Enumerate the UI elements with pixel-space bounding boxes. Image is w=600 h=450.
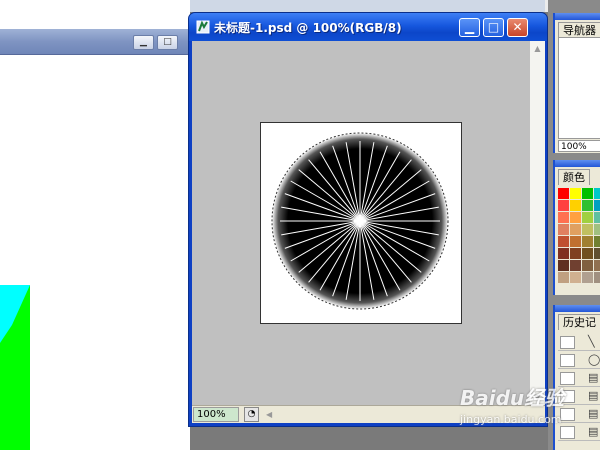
history-row[interactable]: ▤ bbox=[558, 369, 600, 387]
maximize-button[interactable]: □ bbox=[483, 18, 504, 37]
color-swatch[interactable] bbox=[582, 212, 593, 223]
color-swatch[interactable] bbox=[594, 272, 600, 283]
history-row[interactable]: ▤ bbox=[558, 387, 600, 405]
color-swatch[interactable] bbox=[594, 236, 600, 247]
color-swatch[interactable] bbox=[582, 272, 593, 283]
color-swatch[interactable] bbox=[594, 212, 600, 223]
baidu-watermark: Baidu经验 jingyan.baidu.com bbox=[460, 382, 564, 426]
navigator-panel-titlebar[interactable] bbox=[555, 13, 600, 20]
radial-burst-graphic bbox=[271, 132, 449, 310]
tab-history[interactable]: 历史记 bbox=[558, 314, 600, 330]
document-window[interactable]: 未标题-1.psd @ 100%(RGB/8) ▁ □ ✕ ▲ ▼ 100% ◔… bbox=[188, 12, 548, 427]
color-swatch[interactable] bbox=[582, 224, 593, 235]
history-checkbox[interactable] bbox=[560, 336, 575, 349]
color-swatch[interactable] bbox=[558, 260, 569, 271]
color-swatch[interactable] bbox=[570, 200, 581, 211]
color-swatch[interactable] bbox=[558, 236, 569, 247]
center-highlight bbox=[357, 218, 363, 224]
history-panel-titlebar[interactable] bbox=[555, 305, 600, 312]
history-checkbox[interactable] bbox=[560, 426, 575, 439]
photoshop-document-icon bbox=[196, 20, 210, 34]
close-button[interactable]: ✕ bbox=[507, 18, 528, 37]
color-swatch[interactable] bbox=[594, 188, 600, 199]
history-row[interactable]: ╲ bbox=[558, 333, 600, 351]
color-swatch[interactable] bbox=[582, 236, 593, 247]
swatch-grid[interactable] bbox=[558, 188, 600, 283]
color-panel-titlebar[interactable] bbox=[555, 160, 600, 167]
scroll-left-arrow-icon[interactable]: ◀ bbox=[266, 407, 280, 422]
line-tool-icon: ╲ bbox=[588, 335, 595, 348]
document-icon: ▤ bbox=[588, 425, 599, 438]
color-swatch[interactable] bbox=[582, 200, 593, 211]
image-canvas[interactable] bbox=[260, 122, 462, 324]
color-swatch[interactable] bbox=[594, 200, 600, 211]
history-row[interactable]: ▤ bbox=[558, 405, 600, 423]
history-checkbox[interactable] bbox=[560, 354, 575, 367]
ellipse-tool-icon: ◯ bbox=[588, 353, 600, 366]
history-panel[interactable]: 历史记 ╲ ◯ ▤ ▤ ▤ ▤ bbox=[553, 305, 600, 450]
document-workspace[interactable] bbox=[192, 41, 530, 405]
vertical-scrollbar[interactable]: ▲ ▼ bbox=[530, 41, 545, 405]
color-swatch[interactable] bbox=[582, 248, 593, 259]
color-swatch[interactable] bbox=[570, 260, 581, 271]
background-document-window[interactable]: ▁ □ bbox=[0, 0, 190, 450]
tab-navigator[interactable]: 导航器 bbox=[558, 22, 600, 38]
background-minimize-button[interactable]: ▁ bbox=[133, 35, 154, 50]
document-icon: ▤ bbox=[588, 371, 599, 384]
document-title: 未标题-1.psd @ 100%(RGB/8) bbox=[214, 21, 402, 35]
color-panel[interactable]: 颜色 bbox=[553, 160, 600, 295]
color-swatch[interactable] bbox=[558, 200, 569, 211]
color-swatch[interactable] bbox=[594, 248, 600, 259]
background-maximize-button[interactable]: □ bbox=[157, 35, 178, 50]
document-icon: ▤ bbox=[588, 407, 599, 420]
color-swatch[interactable] bbox=[570, 224, 581, 235]
history-row[interactable]: ▤ bbox=[558, 423, 600, 441]
status-menu-icon[interactable]: ◔ bbox=[244, 407, 259, 422]
document-icon: ▤ bbox=[588, 389, 599, 402]
color-swatch[interactable] bbox=[558, 188, 569, 199]
color-swatch[interactable] bbox=[594, 224, 600, 235]
background-window-titlebar[interactable]: ▁ □ bbox=[0, 29, 190, 55]
color-swatch[interactable] bbox=[558, 272, 569, 283]
document-titlebar[interactable]: 未标题-1.psd @ 100%(RGB/8) ▁ □ ✕ bbox=[189, 13, 547, 41]
watermark-url: jingyan.baidu.com bbox=[460, 413, 562, 426]
history-row[interactable]: ◯ bbox=[558, 351, 600, 369]
color-swatch[interactable] bbox=[558, 248, 569, 259]
color-swatch[interactable] bbox=[558, 212, 569, 223]
color-swatch[interactable] bbox=[570, 236, 581, 247]
scroll-up-arrow-icon[interactable]: ▲ bbox=[530, 41, 545, 56]
color-swatch[interactable] bbox=[582, 260, 593, 271]
navigator-panel[interactable]: 导航器 100% bbox=[553, 13, 600, 153]
tab-color[interactable]: 颜色 bbox=[558, 169, 590, 185]
color-swatch[interactable] bbox=[570, 272, 581, 283]
color-swatch[interactable] bbox=[582, 188, 593, 199]
background-shapes bbox=[0, 285, 30, 450]
color-swatch[interactable] bbox=[594, 260, 600, 271]
watermark-brand: Baidu经验 bbox=[460, 386, 565, 410]
minimize-button[interactable]: ▁ bbox=[459, 18, 480, 37]
color-swatch[interactable] bbox=[570, 188, 581, 199]
navigator-preview[interactable] bbox=[558, 37, 600, 139]
zoom-level-field[interactable]: 100% bbox=[193, 407, 239, 422]
color-swatch[interactable] bbox=[570, 212, 581, 223]
color-swatch[interactable] bbox=[570, 248, 581, 259]
color-swatch[interactable] bbox=[558, 224, 569, 235]
navigator-zoom[interactable]: 100% bbox=[558, 140, 600, 152]
